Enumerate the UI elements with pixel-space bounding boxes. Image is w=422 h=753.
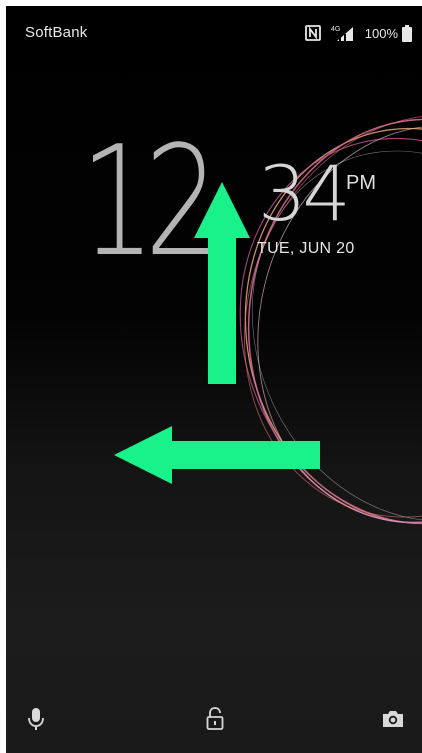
microphone-icon	[28, 708, 44, 730]
clock-ampm: PM	[346, 172, 376, 194]
network-type-label: 4G	[331, 26, 340, 33]
clock-date: TUE, JUN 20	[257, 240, 355, 257]
cellular-signal-icon: 4G	[331, 26, 353, 41]
camera-icon	[383, 711, 403, 727]
unlock-padlock-icon	[206, 707, 224, 730]
status-icons: 4G 100%	[304, 23, 412, 43]
battery-percent: 100%	[364, 25, 398, 41]
lock-screen[interactable]: SoftBank 4G 100% 12 34 PM TUE, JUN 20	[6, 6, 422, 753]
voice-assist-button[interactable]	[23, 706, 49, 732]
carrier-name: SoftBank	[25, 24, 88, 41]
clock-minutes: 34	[258, 149, 351, 238]
nfc-icon	[304, 25, 321, 41]
swipe-up-arrow-icon	[194, 182, 250, 384]
swipe-left-arrow-icon	[114, 426, 320, 484]
battery-full-icon	[402, 24, 412, 42]
unlock-button[interactable]	[202, 706, 228, 732]
camera-shortcut-button[interactable]	[380, 706, 406, 732]
